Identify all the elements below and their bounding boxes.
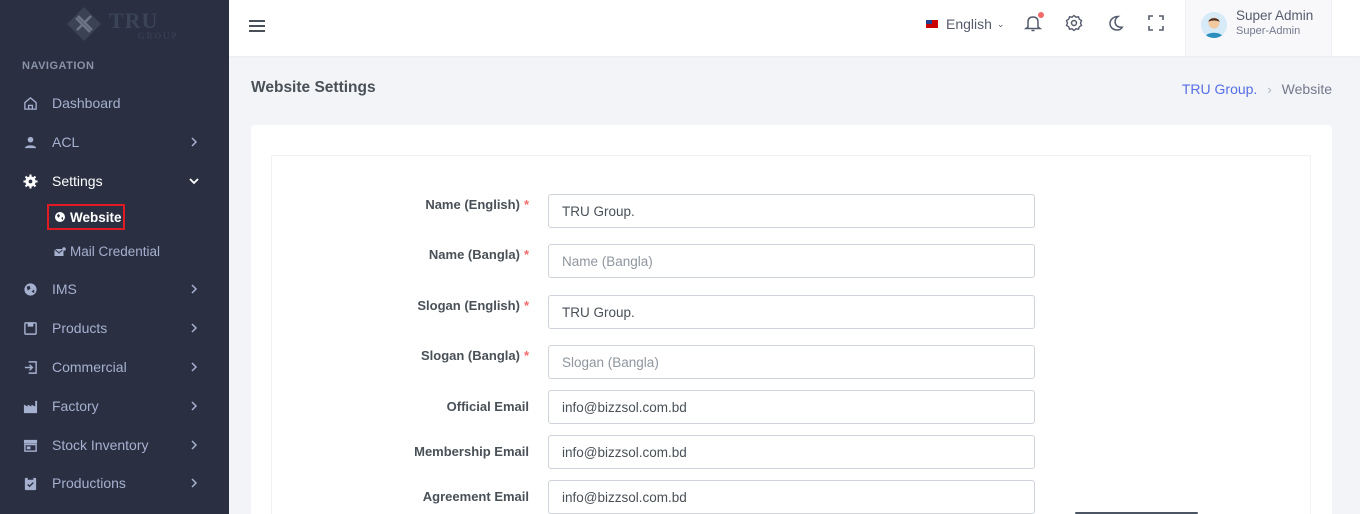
- sidebar-item-acl[interactable]: ACL: [0, 124, 229, 160]
- globe-icon: [22, 281, 38, 297]
- chevron-right-icon: [191, 478, 198, 488]
- menu-toggle-button[interactable]: [247, 16, 267, 36]
- gear-icon: [22, 173, 38, 189]
- fullscreen-icon: [1148, 15, 1164, 31]
- home-icon: [22, 95, 38, 111]
- sidebar-item-products[interactable]: Products: [0, 310, 229, 346]
- official-email-input[interactable]: [548, 390, 1035, 424]
- slogan-english-input[interactable]: [548, 295, 1035, 329]
- factory-icon: [22, 398, 38, 414]
- breadcrumb-current: Website: [1281, 81, 1332, 97]
- membership-email-input[interactable]: [548, 435, 1035, 469]
- avatar: [1201, 12, 1227, 38]
- sidebar-item-label: Stock Inventory: [52, 437, 149, 453]
- official-email-label: Official Email: [446, 399, 529, 414]
- agreement-email-label: Agreement Email: [422, 489, 529, 504]
- slogan-bangla-input[interactable]: [548, 345, 1035, 379]
- sidebar: TRU GROUP NAVIGATION Dashboard ACL Setti…: [0, 0, 229, 514]
- sidebar-item-label: IMS: [52, 281, 77, 297]
- sign-in-icon: [22, 359, 38, 375]
- breadcrumb-link-home[interactable]: TRU Group.: [1182, 81, 1257, 97]
- moon-icon: [1109, 15, 1124, 31]
- sidebar-subitem-label: Mail Credential: [70, 244, 161, 259]
- clipboard-icon: [22, 475, 38, 491]
- logo[interactable]: TRU GROUP: [66, 6, 177, 44]
- user-icon: [22, 134, 38, 150]
- dark-mode-toggle[interactable]: [1105, 13, 1127, 35]
- us-flag-icon: [926, 20, 938, 28]
- user-menu[interactable]: Super Admin Super-Admin: [1185, 0, 1332, 56]
- sidebar-item-factory[interactable]: Factory: [0, 388, 229, 424]
- hamburger-icon: [249, 20, 265, 32]
- membership-email-label: Membership Email: [414, 444, 529, 459]
- sidebar-subitem-website[interactable]: Website: [47, 204, 125, 230]
- slogan-english-label: Slogan (English) *: [417, 298, 529, 313]
- sidebar-item-settings[interactable]: Settings: [0, 163, 229, 199]
- sidebar-item-label: Products: [52, 320, 108, 336]
- globe-icon: [54, 211, 66, 223]
- sidebar-item-productions[interactable]: Productions: [0, 465, 229, 501]
- name-english-input[interactable]: [548, 194, 1035, 228]
- sidebar-item-dashboard[interactable]: Dashboard: [0, 85, 229, 121]
- notification-dot: [1038, 12, 1044, 18]
- brand-sub: GROUP: [138, 31, 179, 41]
- language-dropdown[interactable]: English ⌄: [926, 16, 1004, 32]
- sidebar-item-label: Settings: [52, 173, 103, 189]
- breadcrumb-separator: ›: [1267, 81, 1272, 97]
- name-english-label: Name (English) *: [425, 197, 529, 212]
- slogan-bangla-label: Slogan (Bangla) *: [420, 348, 529, 363]
- chevron-down-icon: [189, 178, 199, 185]
- sidebar-item-stock-inventory[interactable]: Stock Inventory: [0, 427, 229, 463]
- sidebar-item-label: Productions: [52, 475, 126, 491]
- user-name: Super Admin: [1236, 8, 1314, 23]
- sidebar-item-label: Dashboard: [52, 95, 121, 111]
- sidebar-subitem-mail-credential[interactable]: Mail Credential: [54, 244, 160, 259]
- sidebar-item-ims[interactable]: IMS: [0, 271, 229, 307]
- breadcrumb: TRU Group. › Website: [1182, 81, 1332, 97]
- name-bangla-input[interactable]: [548, 244, 1035, 278]
- chevron-right-icon: [191, 137, 198, 147]
- chevron-right-icon: [191, 362, 198, 372]
- settings-button[interactable]: [1064, 13, 1086, 35]
- chevron-right-icon: [191, 284, 198, 294]
- topbar: English ⌄ Super Admin Super-Admin: [229, 0, 1360, 56]
- sidebar-item-label: Factory: [52, 398, 99, 414]
- fullscreen-button[interactable]: [1146, 13, 1168, 35]
- nav-section-title: NAVIGATION: [22, 60, 95, 72]
- sidebar-item-label: ACL: [52, 134, 80, 150]
- box-icon: [22, 320, 38, 336]
- sidebar-item-label: Commercial: [52, 359, 127, 375]
- store-icon: [22, 437, 38, 453]
- agreement-email-input[interactable]: [548, 480, 1035, 514]
- page-title: Website Settings: [251, 79, 376, 96]
- sidebar-item-commercial[interactable]: Commercial: [0, 349, 229, 385]
- user-role: Super-Admin: [1236, 25, 1301, 37]
- chevron-right-icon: [191, 401, 198, 411]
- notifications-button[interactable]: [1023, 12, 1045, 35]
- sidebar-subitem-label: Website: [70, 209, 122, 225]
- logo-mark-icon: [67, 7, 101, 41]
- gear-icon: [1065, 14, 1083, 32]
- name-bangla-label: Name (Bangla) *: [428, 247, 529, 262]
- chevron-right-icon: [191, 440, 198, 450]
- mail-icon: [54, 246, 66, 258]
- chevron-right-icon: [191, 323, 198, 333]
- chevron-down-icon: ⌄: [996, 18, 1005, 29]
- language-label: English: [946, 16, 992, 32]
